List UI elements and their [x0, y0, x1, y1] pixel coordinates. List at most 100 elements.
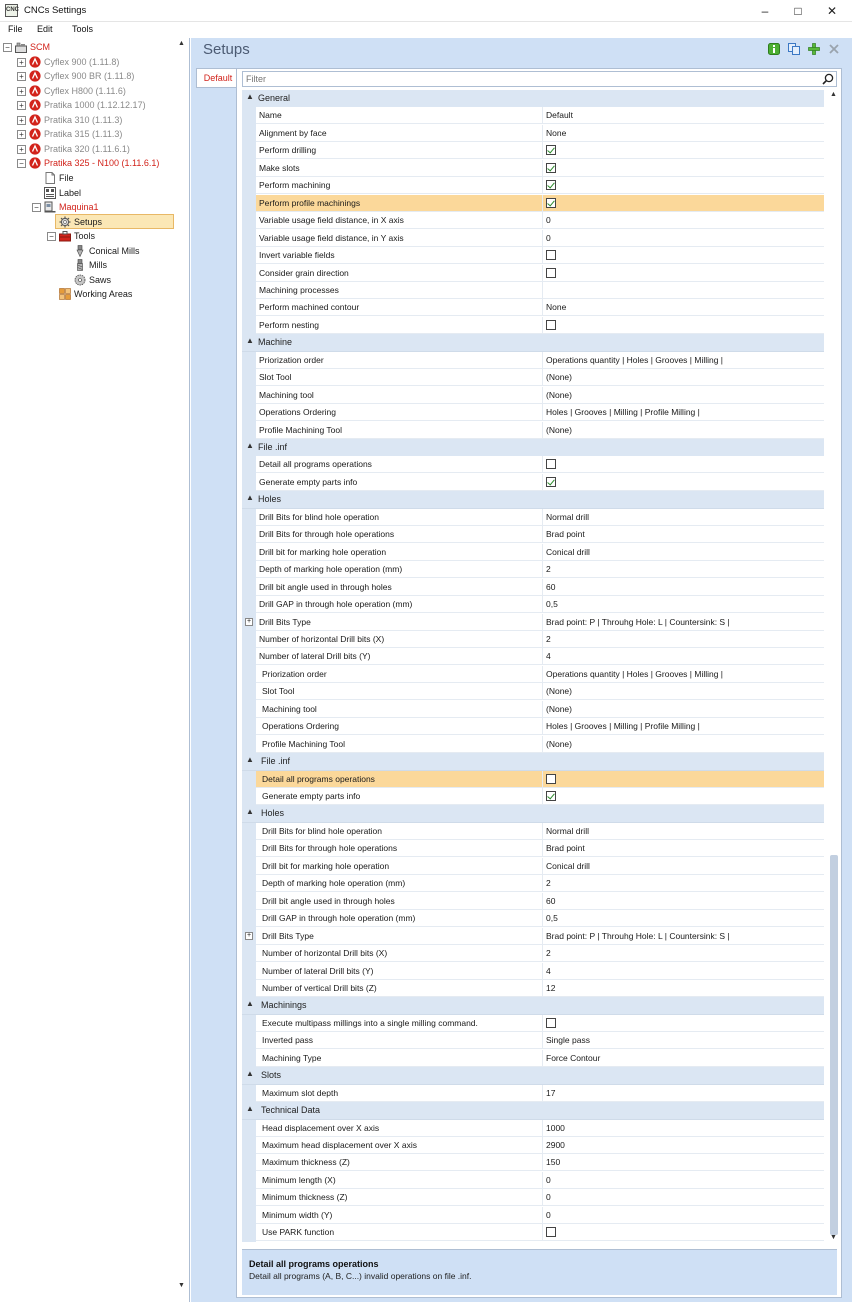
collapse-icon[interactable]: ▲: [246, 336, 254, 345]
tree-node[interactable]: Mills: [0, 258, 175, 272]
tree-node[interactable]: Conical Mills: [0, 244, 175, 258]
property-row[interactable]: Detail all programs operations: [242, 770, 824, 789]
tree-node[interactable]: − Tools: [0, 229, 175, 243]
category-row[interactable]: ▲ File .inf: [242, 753, 824, 771]
property-value[interactable]: Holes | Grooves | Milling | Profile Mill…: [542, 404, 824, 422]
property-row[interactable]: Priorization order Operations quantity | …: [242, 351, 824, 370]
property-value[interactable]: [542, 1014, 824, 1032]
property-value[interactable]: Operations quantity | Holes | Grooves | …: [542, 665, 824, 683]
property-row[interactable]: Use PARK function: [242, 1224, 824, 1242]
property-value[interactable]: (None): [542, 386, 824, 404]
property-value[interactable]: Brad point: [542, 526, 824, 544]
tree-node[interactable]: − Pratika 325 - N100 (1.11.6.1): [0, 156, 175, 170]
expand-icon[interactable]: +: [17, 144, 26, 154]
tree-node[interactable]: Working Areas: [0, 287, 175, 301]
collapse-icon[interactable]: ▲: [246, 807, 254, 816]
collapse-icon[interactable]: ▲: [246, 441, 254, 450]
property-row[interactable]: Operations Ordering Holes | Grooves | Mil…: [242, 718, 824, 736]
property-row[interactable]: Perform machined contour None: [242, 299, 824, 317]
expand-icon[interactable]: +: [17, 86, 26, 96]
unchecked-checkbox[interactable]: [546, 459, 556, 470]
tree-node[interactable]: − SCM: [0, 40, 175, 54]
property-row[interactable]: Number of horizontal Drill bits (X) 2: [242, 630, 824, 649]
property-row[interactable]: Head displacement over X axis 1000: [242, 1119, 824, 1138]
property-value[interactable]: 0,5: [542, 596, 824, 614]
property-row[interactable]: Machining Type Force Contour: [242, 1049, 824, 1068]
unchecked-checkbox[interactable]: [546, 1017, 556, 1028]
minimize-button[interactable]: –: [748, 0, 782, 22]
property-value[interactable]: Single pass: [542, 1032, 824, 1050]
property-row[interactable]: Generate empty parts info: [242, 473, 824, 492]
tree-node[interactable]: + Pratika 315 (1.11.3): [0, 127, 175, 141]
property-row[interactable]: Drill bit for marking hole operation Coni…: [242, 857, 824, 876]
property-value[interactable]: 4: [542, 648, 824, 666]
property-value[interactable]: 0: [542, 229, 824, 247]
expand-icon[interactable]: +: [17, 72, 26, 82]
property-value[interactable]: Normal drill: [542, 822, 824, 840]
property-value[interactable]: [542, 1224, 824, 1242]
maximize-button[interactable]: □: [781, 0, 815, 22]
property-row[interactable]: Depth of marking hole operation (mm) 2: [242, 561, 824, 579]
property-value[interactable]: 2: [542, 561, 824, 579]
property-value[interactable]: Brad point: [542, 840, 824, 858]
tree-node[interactable]: + Pratika 320 (1.11.6.1): [0, 142, 175, 156]
property-value[interactable]: 2: [542, 875, 824, 893]
collapse-icon[interactable]: ▲: [246, 1104, 254, 1113]
property-value[interactable]: 2900: [542, 1137, 824, 1154]
property-row[interactable]: Number of horizontal Drill bits (X) 2: [242, 945, 824, 963]
property-row[interactable]: Make slots: [242, 159, 824, 178]
property-row[interactable]: Depth of marking hole operation (mm) 2: [242, 875, 824, 893]
property-value[interactable]: 60: [542, 578, 824, 596]
property-row[interactable]: Minimum width (Y) 0: [242, 1206, 824, 1225]
unchecked-checkbox[interactable]: [546, 319, 556, 330]
property-row[interactable]: Perform drilling: [242, 142, 824, 160]
info-icon[interactable]: [768, 43, 780, 55]
category-row[interactable]: ▲ Holes: [242, 805, 824, 823]
property-row[interactable]: Drill Bits for blind hole operation Norma…: [242, 508, 824, 527]
property-row[interactable]: Drill Bits for blind hole operation Norma…: [242, 822, 824, 841]
property-value[interactable]: 0: [542, 1171, 824, 1189]
property-value[interactable]: [542, 456, 824, 474]
property-value[interactable]: Conical drill: [542, 857, 824, 875]
property-value[interactable]: [542, 159, 824, 177]
tree-node[interactable]: − Maquina1: [0, 200, 175, 214]
property-value[interactable]: 4: [542, 962, 824, 980]
copy-icon[interactable]: [788, 43, 800, 55]
expand-icon[interactable]: +: [245, 931, 253, 940]
collapse-icon[interactable]: −: [3, 43, 12, 52]
menu-tools[interactable]: Tools: [72, 24, 93, 34]
unchecked-checkbox[interactable]: [546, 267, 556, 278]
filter-input[interactable]: [243, 72, 818, 86]
property-row[interactable]: Generate empty parts info: [242, 788, 824, 806]
property-row[interactable]: Variable usage field distance, in X axis…: [242, 212, 824, 230]
checked-checkbox[interactable]: [546, 791, 556, 801]
property-row[interactable]: Slot Tool (None): [242, 683, 824, 701]
property-row[interactable]: Execute multipass millings into a single…: [242, 1014, 824, 1033]
property-value[interactable]: [542, 177, 824, 195]
category-row[interactable]: ▲ Technical Data: [242, 1102, 824, 1120]
scroll-thumb[interactable]: [830, 855, 838, 1235]
property-row[interactable]: Drill GAP in through hole operation (mm)…: [242, 910, 824, 928]
property-row[interactable]: Variable usage field distance, in Y axis…: [242, 229, 824, 248]
property-value[interactable]: 0: [542, 1189, 824, 1207]
unchecked-checkbox[interactable]: [546, 773, 556, 784]
property-row[interactable]: Alignment by face None: [242, 124, 824, 143]
tree-node[interactable]: Setups: [0, 215, 175, 229]
category-row[interactable]: ▲ Machinings: [242, 997, 824, 1015]
grid-scrollbar[interactable]: ▲ ▼: [828, 90, 840, 1245]
property-row[interactable]: Maximum head displacement over X axis 290…: [242, 1137, 824, 1155]
property-row[interactable]: Number of lateral Drill bits (Y) 4: [242, 962, 824, 980]
expand-icon[interactable]: +: [17, 115, 26, 125]
property-value[interactable]: [542, 194, 824, 212]
checked-checkbox[interactable]: [546, 162, 556, 173]
category-row[interactable]: ▲ File .inf: [242, 439, 824, 457]
property-value[interactable]: [542, 473, 824, 491]
scroll-up-icon[interactable]: ▲: [830, 91, 837, 98]
property-row[interactable]: Drill Bits for through hole operations Br…: [242, 526, 824, 544]
property-row[interactable]: Machining processes: [242, 281, 824, 300]
collapse-icon[interactable]: ▲: [246, 1069, 254, 1078]
property-row[interactable]: Minimum length (X) 0: [242, 1171, 824, 1190]
property-row[interactable]: Perform profile machinings: [242, 194, 824, 213]
property-value[interactable]: 17: [542, 1084, 824, 1102]
property-value[interactable]: Holes | Grooves | Milling | Profile Mill…: [542, 718, 824, 736]
